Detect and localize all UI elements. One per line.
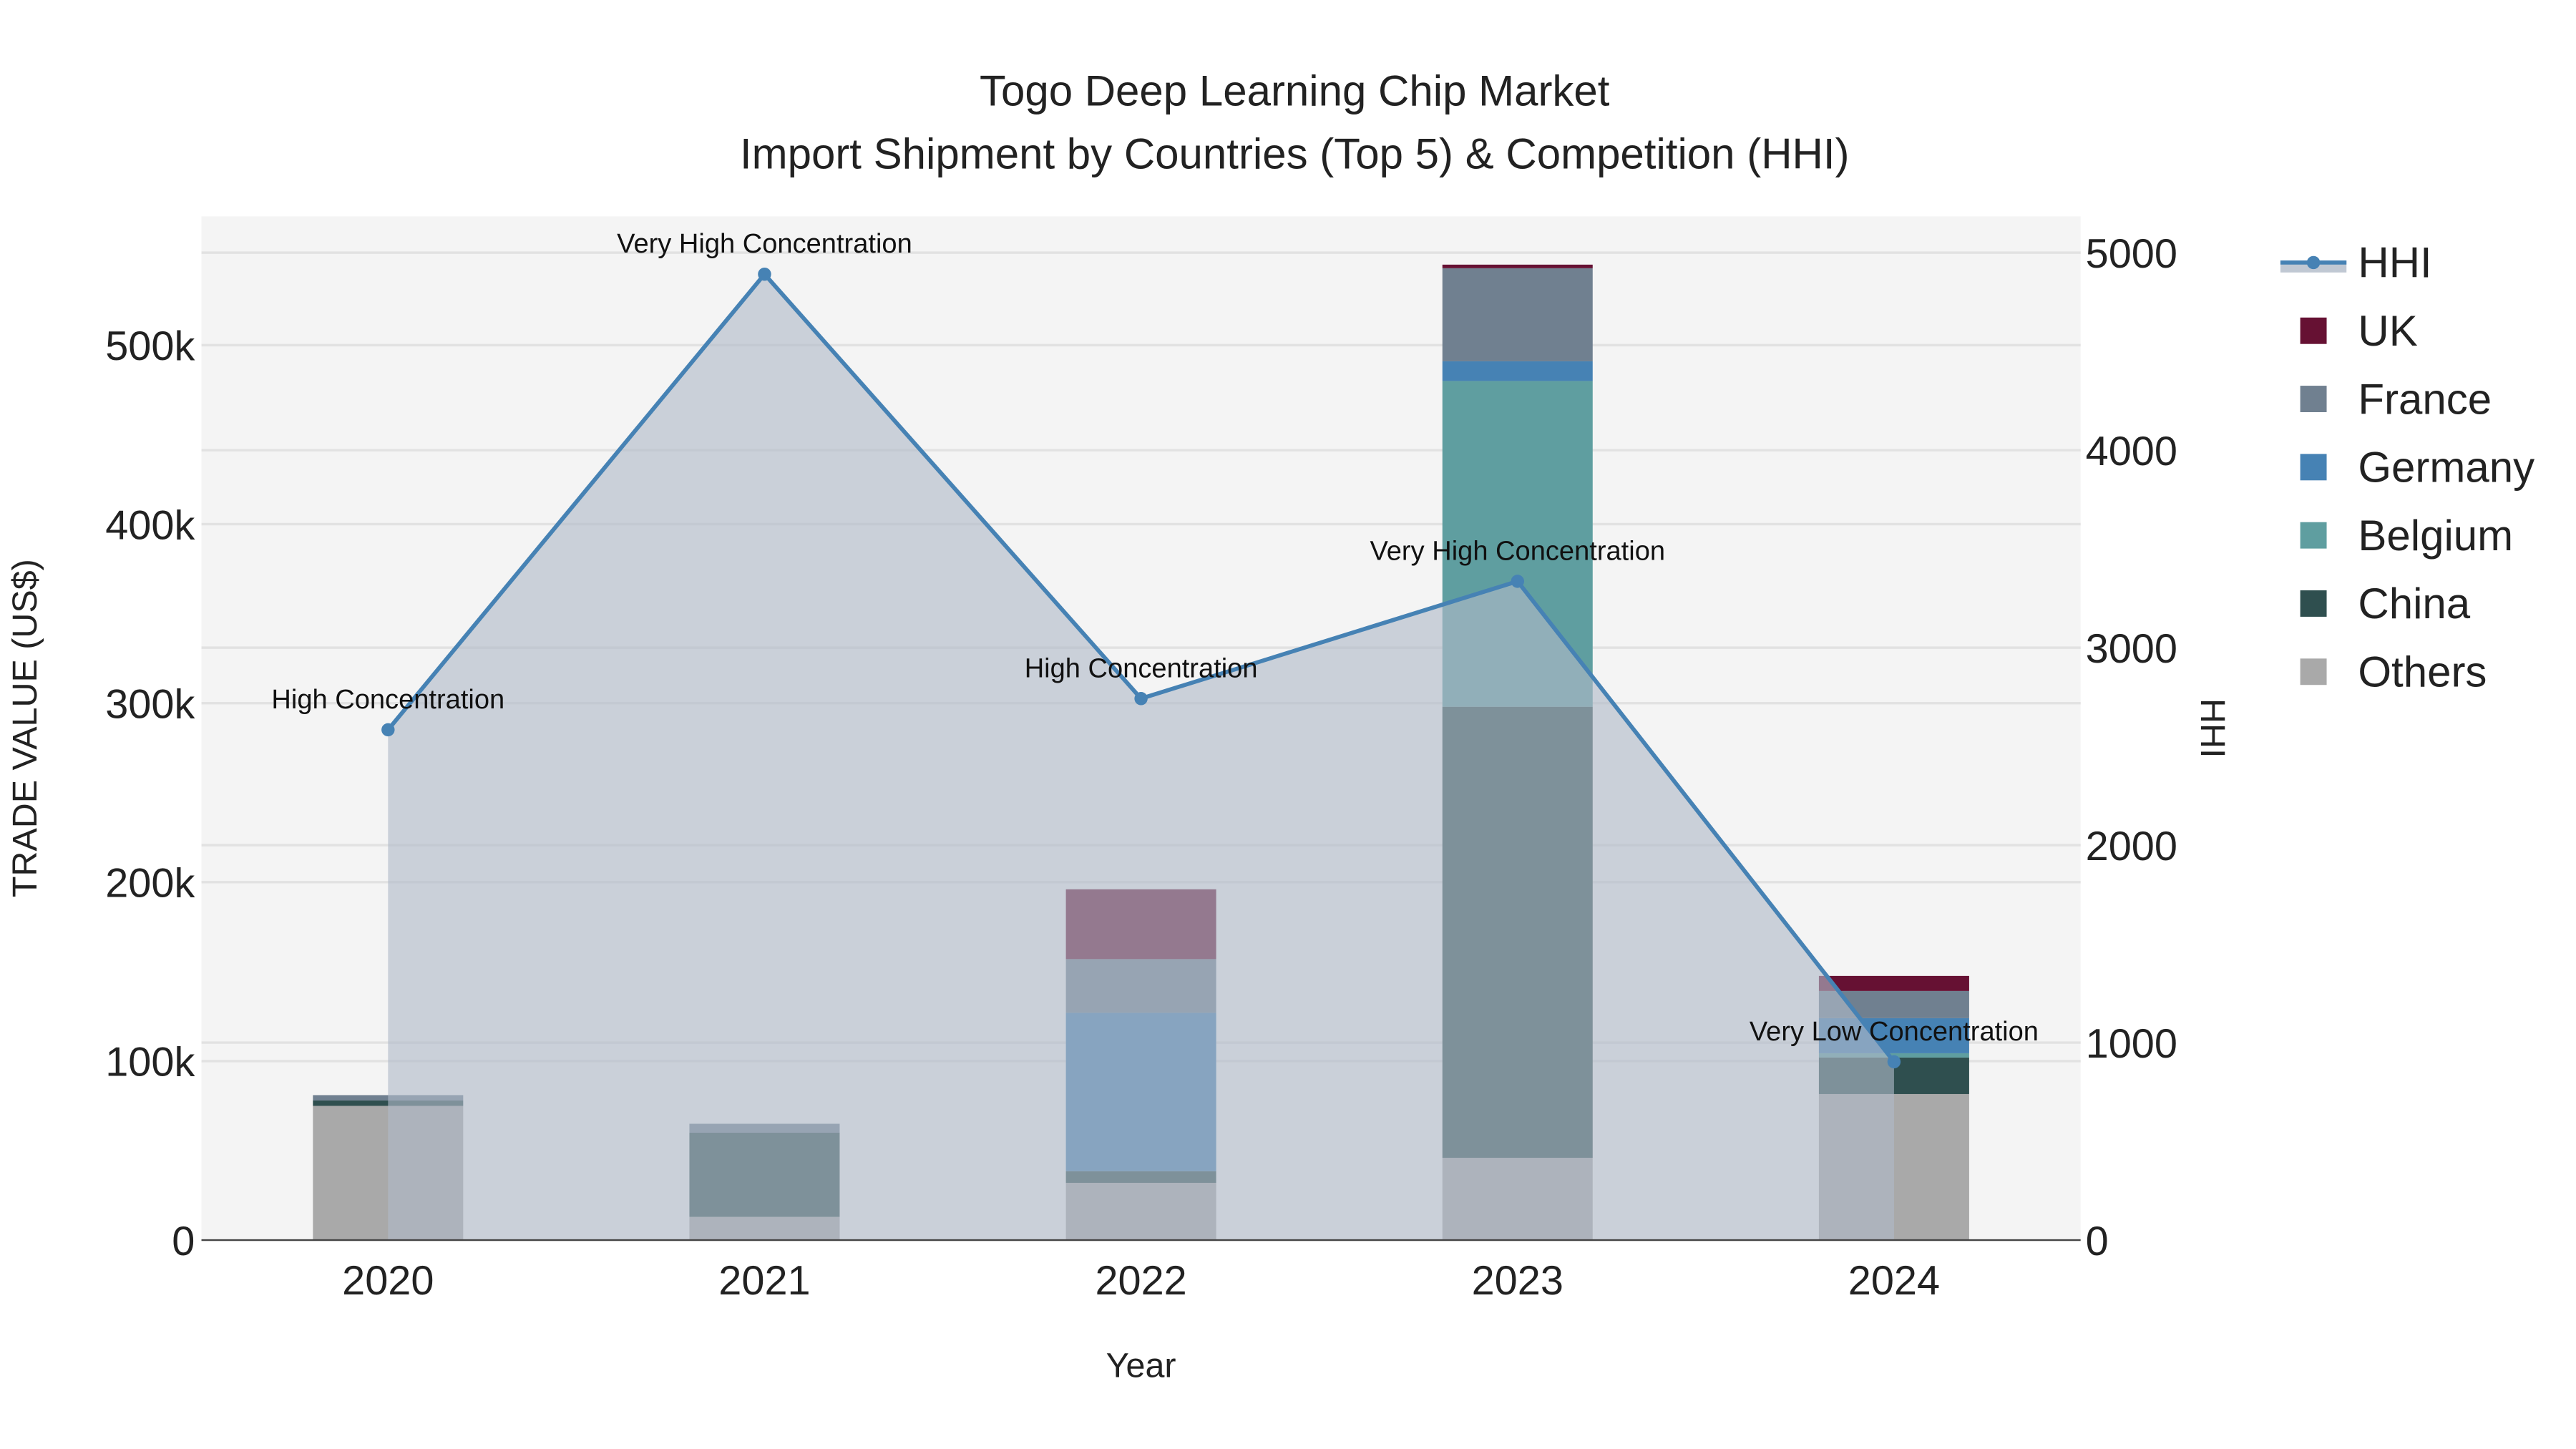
y2-axis-label: HHI: [2193, 698, 2232, 758]
chart: High Concentration Very High Concentratio…: [6, 67, 2534, 1385]
legend-label-germany: Germany: [2358, 444, 2534, 492]
chart-title: Togo Deep Learning Chip Market: [980, 67, 1610, 115]
x-tick-label: 2022: [1095, 1258, 1186, 1304]
x-tick-label: 2020: [342, 1258, 434, 1304]
legend-swatch-germany: [2300, 454, 2327, 481]
y-tick-label: 100k: [105, 1040, 195, 1085]
hhi-point: [381, 723, 395, 737]
y2-tick-label: 4000: [2086, 429, 2177, 474]
y-tick-label: 500k: [105, 323, 195, 369]
legend-label-hhi: HHI: [2358, 239, 2431, 287]
legend-swatch-others: [2300, 658, 2327, 686]
y-tick-label: 200k: [105, 861, 195, 907]
y-tick-label: 400k: [105, 502, 195, 548]
hhi-annotation: High Concentration: [271, 685, 504, 715]
legend-swatch-belgium: [2300, 522, 2327, 549]
hhi-point: [1134, 692, 1148, 706]
bar-germany-2023: [1442, 361, 1593, 381]
y2-tick-label: 5000: [2086, 231, 2177, 277]
legend-label-china: China: [2358, 580, 2470, 628]
y-axis-label: TRADE VALUE (US$): [6, 559, 44, 897]
y-tick-label: 300k: [105, 681, 195, 727]
bar-uk-2024: [1818, 975, 1969, 991]
x-axis-label: Year: [1106, 1347, 1176, 1385]
legend-label-france: France: [2358, 375, 2492, 423]
legend-label-others: Others: [2358, 648, 2487, 696]
x-tick-label: 2024: [1848, 1258, 1940, 1304]
legend-swatch-uk: [2300, 317, 2327, 344]
legend-label-uk: UK: [2358, 307, 2417, 355]
chart-subtitle: Import Shipment by Countries (Top 5) & C…: [740, 130, 1850, 177]
hhi-annotation: Very High Concentration: [1370, 536, 1665, 566]
hhi-annotation: Very High Concentration: [617, 229, 912, 259]
legend-swatch-france: [2300, 386, 2327, 412]
hhi-annotation: Very Low Concentration: [1750, 1017, 2039, 1047]
hhi-point: [1511, 575, 1524, 588]
y2-tick-label: 2000: [2086, 824, 2177, 869]
legend-swatch-hhi-point: [2306, 255, 2321, 270]
legend: HHI UK France Germany Belgium China Others: [2280, 239, 2534, 696]
hhi-point: [758, 267, 771, 281]
legend-swatch-china: [2300, 590, 2327, 617]
bar-france-2023: [1442, 268, 1593, 361]
hhi-point: [1887, 1055, 1901, 1069]
bar-uk-2023: [1442, 264, 1593, 268]
hhi-annotation: High Concentration: [1025, 653, 1258, 683]
y2-tick-label: 0: [2086, 1219, 2109, 1264]
y2-tick-label: 1000: [2086, 1021, 2177, 1067]
y2-tick-label: 3000: [2086, 626, 2177, 672]
legend-label-belgium: Belgium: [2358, 512, 2513, 560]
x-tick-label: 2021: [718, 1258, 810, 1304]
y-tick-label: 0: [172, 1219, 195, 1264]
x-tick-label: 2023: [1472, 1258, 1563, 1304]
